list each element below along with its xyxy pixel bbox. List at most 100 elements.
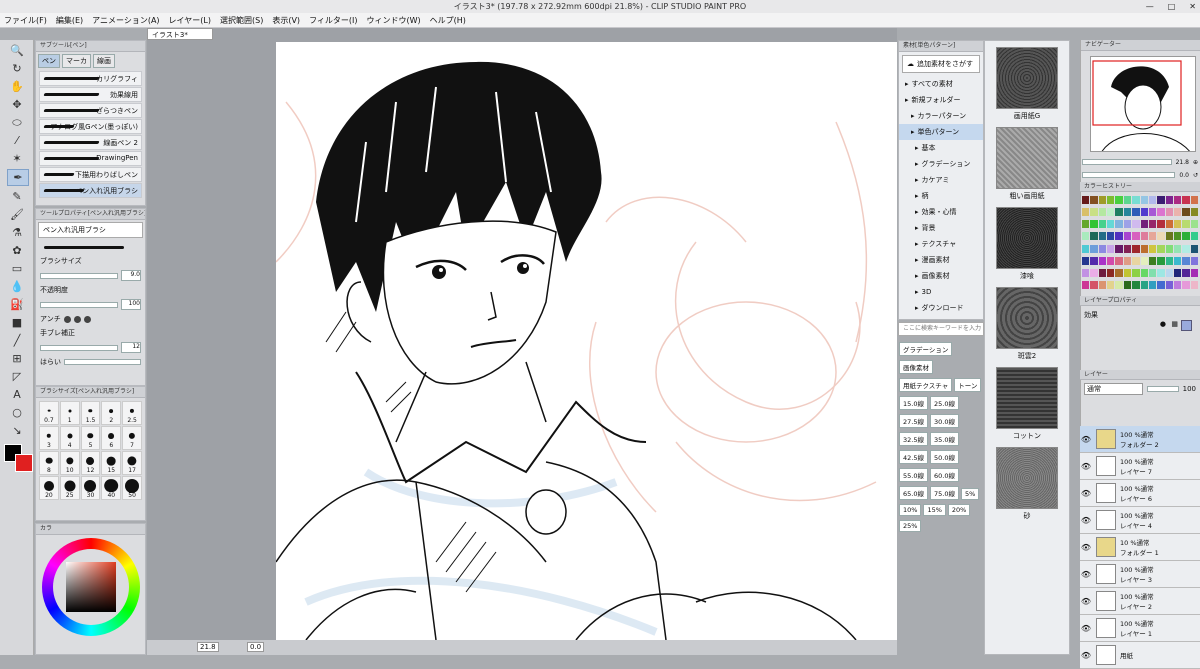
visibility-eye-icon[interactable]: 👁: [1080, 435, 1092, 444]
menu-animation[interactable]: アニメーション(A): [92, 15, 159, 26]
color-swatch[interactable]: [1123, 268, 1132, 277]
tone-effect-icon[interactable]: ▦: [1171, 320, 1178, 328]
color-swatch[interactable]: [1190, 256, 1198, 265]
menu-window[interactable]: ウィンドウ(W): [367, 15, 421, 26]
visibility-eye-icon[interactable]: 👁: [1080, 543, 1092, 552]
brush-size-preset[interactable]: 1.5: [80, 401, 101, 425]
menu-layer[interactable]: レイヤー(L): [169, 15, 211, 26]
color-swatch[interactable]: [1132, 280, 1140, 289]
material-thumbnail[interactable]: 画用紙G: [985, 47, 1069, 121]
sub-color-swatch[interactable]: [15, 454, 33, 472]
color-swatch[interactable]: [1115, 232, 1123, 241]
material-tag[interactable]: 65.0線: [899, 486, 928, 500]
material-tree-item[interactable]: ▸ 基本: [899, 140, 983, 156]
color-swatch[interactable]: [1115, 268, 1123, 277]
maximize-icon[interactable]: □: [1168, 0, 1176, 13]
material-tree-item[interactable]: ▸ 背景: [899, 220, 983, 236]
color-swatch[interactable]: [1140, 280, 1148, 289]
brush-size-preset[interactable]: 30: [80, 476, 101, 500]
brush-size-preset[interactable]: 3: [39, 426, 59, 450]
color-swatch[interactable]: [1148, 256, 1157, 265]
color-swatch[interactable]: [1132, 220, 1140, 229]
eyedropper-icon[interactable]: ⁄: [7, 133, 27, 148]
pencil-tool-icon[interactable]: ✎: [7, 189, 27, 204]
material-tag[interactable]: 20%: [947, 504, 971, 516]
menu-help[interactable]: ヘルプ(H): [430, 15, 466, 26]
stabilization-slider[interactable]: [40, 344, 118, 351]
antialias-option[interactable]: [63, 315, 71, 323]
menu-selection[interactable]: 選択範囲(S): [220, 15, 263, 26]
color-swatch[interactable]: [1123, 220, 1132, 229]
color-swatch[interactable]: [1090, 280, 1098, 289]
color-swatch[interactable]: [1165, 196, 1173, 204]
color-swatch[interactable]: [1090, 220, 1098, 229]
zoom-tool-icon[interactable]: 🔍: [7, 43, 27, 58]
color-swatch[interactable]: [1107, 256, 1115, 265]
color-swatch[interactable]: [1190, 280, 1198, 289]
color-swatch[interactable]: [1082, 220, 1090, 229]
minimize-icon[interactable]: —: [1146, 0, 1154, 13]
color-swatch[interactable]: [1107, 244, 1115, 253]
color-swatch[interactable]: [1123, 196, 1132, 204]
visibility-eye-icon[interactable]: 👁: [1080, 516, 1092, 525]
frame-tool-icon[interactable]: ⊞: [7, 351, 27, 366]
color-swatch[interactable]: [1115, 256, 1123, 265]
color-swatch[interactable]: [1148, 196, 1157, 204]
color-swatch[interactable]: [1182, 196, 1190, 204]
brush-item[interactable]: 線画ペン 2: [39, 135, 142, 150]
color-square[interactable]: [66, 562, 116, 612]
brush-item[interactable]: DrawingPen: [39, 151, 142, 166]
brush-size-slider[interactable]: [40, 272, 118, 279]
visibility-eye-icon[interactable]: 👁: [1080, 489, 1092, 498]
color-swatch[interactable]: [1148, 244, 1157, 253]
brush-item[interactable]: 下描用わりばしペン: [39, 167, 142, 182]
color-swatch[interactable]: [1132, 244, 1140, 253]
material-tree-item[interactable]: ▸ カケアミ: [899, 172, 983, 188]
visibility-eye-icon[interactable]: 👁: [1080, 462, 1092, 471]
color-swatch[interactable]: [1165, 244, 1173, 253]
color-swatch[interactable]: [1090, 232, 1098, 241]
color-swatch[interactable]: [1082, 256, 1090, 265]
color-swatch[interactable]: [1190, 244, 1198, 253]
color-swatch[interactable]: [1098, 280, 1107, 289]
brush-item[interactable]: カリグラフィ: [39, 71, 142, 86]
color-swatch[interactable]: [1190, 208, 1198, 217]
color-swatch[interactable]: [1157, 268, 1165, 277]
rotate-reset-icon[interactable]: ↺: [1193, 172, 1198, 179]
visibility-eye-icon[interactable]: 👁: [1080, 651, 1092, 660]
material-tag[interactable]: 10%: [899, 504, 922, 516]
brush-item-selected[interactable]: ペン入れ汎用ブラシ: [39, 183, 142, 198]
color-swatch[interactable]: [1157, 208, 1165, 217]
navigator-preview[interactable]: [1090, 56, 1196, 152]
color-swatch[interactable]: [1157, 196, 1165, 204]
color-swatch[interactable]: [1082, 244, 1090, 253]
color-swatch[interactable]: [1173, 220, 1182, 229]
layer-opacity-value[interactable]: 100: [1183, 385, 1196, 393]
brush-item[interactable]: 効果線用: [39, 87, 142, 102]
brush-size-value[interactable]: 9.0: [121, 270, 141, 281]
correct-line-icon[interactable]: ↘: [7, 423, 27, 438]
color-swatch[interactable]: [1107, 220, 1115, 229]
text-tool-icon[interactable]: A: [7, 387, 27, 402]
brush-size-preset[interactable]: 2: [101, 401, 122, 425]
color-swatch[interactable]: [1132, 208, 1140, 217]
color-swatch[interactable]: [1098, 208, 1107, 217]
material-tag[interactable]: 15.0線: [899, 396, 928, 410]
opacity-slider[interactable]: [40, 301, 118, 308]
color-swatch[interactable]: [1165, 232, 1173, 241]
material-tree-item[interactable]: ▸ 単色パターン: [899, 124, 983, 140]
color-swatch[interactable]: [1098, 232, 1107, 241]
material-tag[interactable]: 75.0線: [929, 486, 959, 500]
brush-size-preset[interactable]: 12: [80, 451, 101, 475]
color-swatch[interactable]: [1090, 244, 1098, 253]
visibility-eye-icon[interactable]: 👁: [1080, 597, 1092, 606]
color-swatch[interactable]: [1098, 244, 1107, 253]
hand-tool-icon[interactable]: ✋: [7, 79, 27, 94]
tab-marker[interactable]: マーカ: [62, 54, 91, 68]
material-thumbnail[interactable]: コットン: [985, 367, 1069, 441]
layer-row[interactable]: 👁 100 %通常 レイヤー 4: [1080, 507, 1200, 534]
rotation-readout[interactable]: 0.0: [247, 642, 265, 652]
color-swatch[interactable]: [1123, 256, 1132, 265]
color-swatch[interactable]: [1115, 244, 1123, 253]
color-swatch[interactable]: [1190, 268, 1198, 277]
